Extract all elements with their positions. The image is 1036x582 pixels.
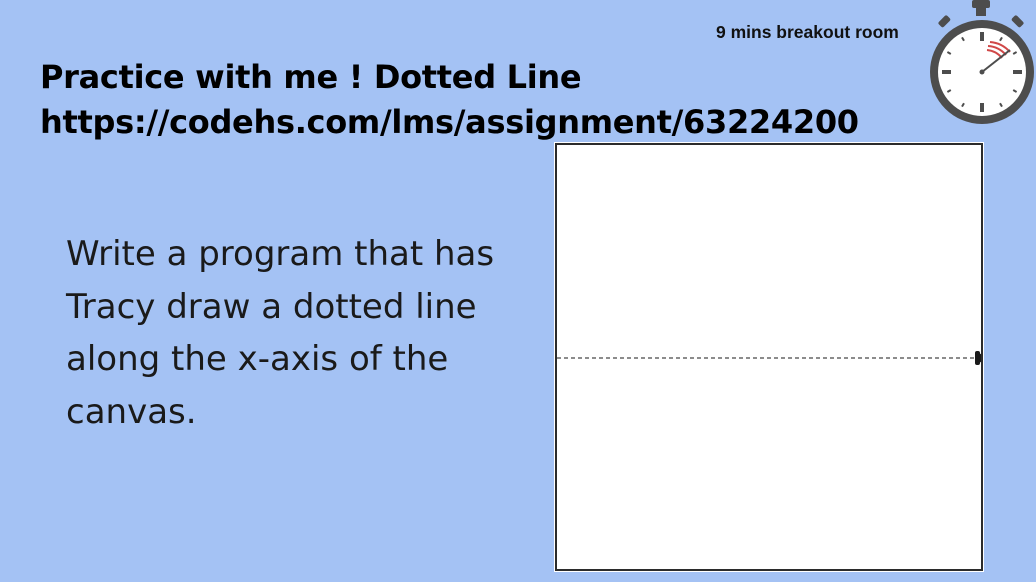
- assignment-link[interactable]: https://codehs.com/lms/assignment/632242…: [40, 100, 859, 145]
- slide-title: Practice with me ! Dotted Line https://c…: [40, 55, 859, 145]
- slide: 9 mins breakout room Practice with me ! …: [0, 0, 1036, 582]
- stopwatch-icon: [930, 0, 1034, 124]
- turtle-icon: [975, 351, 981, 365]
- title-line-1: Practice with me ! Dotted Line: [40, 58, 582, 96]
- instructions-text: Write a program that has Tracy draw a do…: [66, 234, 495, 432]
- canvas-drawing: [557, 351, 981, 365]
- timer-label: 9 mins breakout room: [716, 22, 899, 42]
- tracy-canvas: [554, 142, 984, 572]
